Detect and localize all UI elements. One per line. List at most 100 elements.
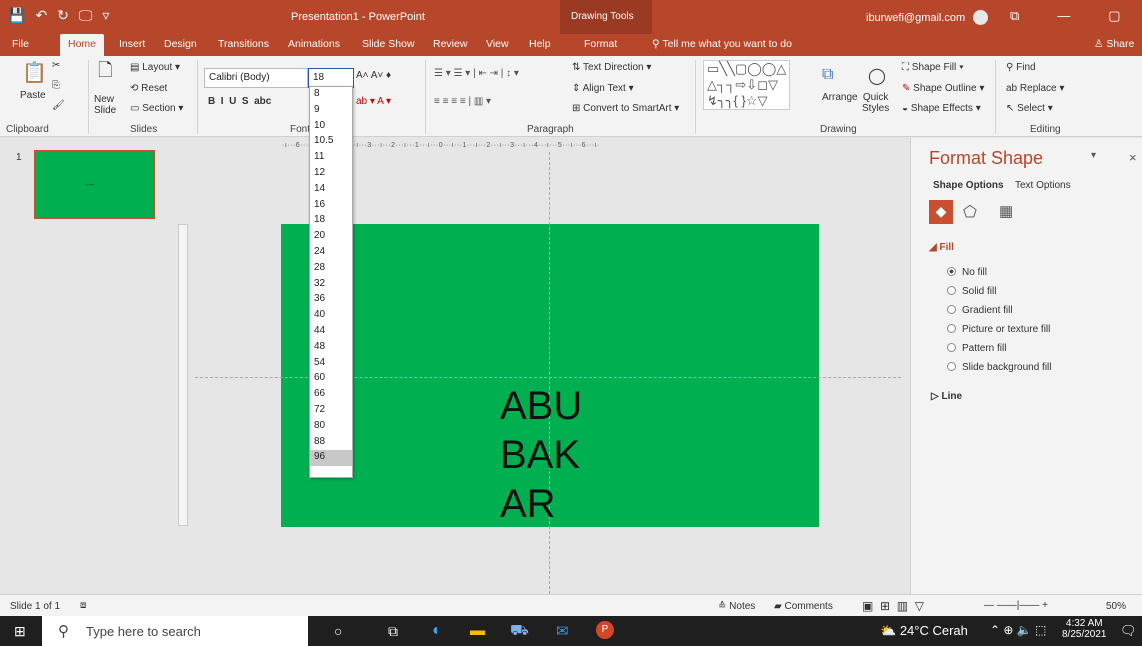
- shape-fill-button[interactable]: ⛶ Shape Fill ▾: [902, 62, 964, 73]
- file-explorer-icon[interactable]: ▬: [470, 622, 485, 639]
- convert-smartart-button[interactable]: ⊞ Convert to SmartArt ▾: [572, 103, 679, 114]
- arrange-icon[interactable]: ⧉: [822, 66, 833, 84]
- font-size-option[interactable]: 20: [310, 229, 352, 245]
- font-size-option[interactable]: 12: [310, 166, 352, 182]
- notifications-icon[interactable]: 🗨: [1120, 623, 1137, 639]
- font-size-option[interactable]: 36: [310, 292, 352, 308]
- layout-button[interactable]: ▤ Layout ▾: [130, 62, 180, 73]
- fill-option[interactable]: Solid fill: [947, 286, 996, 297]
- maximize-icon[interactable]: ▢: [1108, 8, 1120, 24]
- fill-option[interactable]: Slide background fill: [947, 362, 1052, 373]
- list-buttons[interactable]: ☰ ▾ ☰ ▾ | ⇤ ⇥ | ↕ ▾: [434, 68, 519, 79]
- view-buttons[interactable]: ▣ ⊞ ▥ ▽: [862, 599, 924, 613]
- font-size-option[interactable]: 8: [310, 87, 352, 103]
- font-size-option[interactable]: 11: [310, 150, 352, 166]
- format-painter-icon[interactable]: 🖌: [52, 100, 65, 111]
- store-icon[interactable]: ⛟: [510, 622, 529, 641]
- close-icon[interactable]: ×: [1129, 150, 1137, 165]
- font-color-icon[interactable]: ab ▾ A ▾: [356, 96, 391, 107]
- font-size-option[interactable]: 44: [310, 324, 352, 340]
- tab-design[interactable]: Design: [164, 38, 197, 50]
- font-size-box[interactable]: 18: [308, 68, 354, 88]
- align-buttons[interactable]: ≡ ≡ ≡ ≡ | ▥ ▾: [434, 96, 491, 107]
- ribbon-display-icon[interactable]: ⧉: [1010, 8, 1019, 24]
- shapes-gallery[interactable]: ▭╲╲▢◯◯△ △┐┐⇨⇩◻▽ ↯╮╮{ }☆▽: [703, 60, 791, 110]
- taskbar-search[interactable]: ⚲ Type here to search: [42, 616, 308, 646]
- quick-styles-icon[interactable]: ◯: [868, 66, 886, 86]
- align-text-button[interactable]: ⇕ Align Text ▾: [572, 83, 634, 94]
- task-view-icon[interactable]: ⧉: [388, 623, 398, 640]
- pane-options-icon[interactable]: ▾: [1091, 150, 1096, 161]
- arrange-button[interactable]: Arrange: [822, 92, 858, 103]
- tab-help[interactable]: Help: [529, 38, 551, 50]
- tab-insert[interactable]: Insert: [119, 38, 145, 50]
- tab-home[interactable]: Home: [60, 34, 105, 56]
- select-button[interactable]: ↖ Select ▾: [1006, 103, 1053, 114]
- redo-icon[interactable]: ↻: [57, 7, 69, 24]
- effects-icon[interactable]: ⬠: [963, 202, 977, 222]
- font-size-option[interactable]: 88: [310, 435, 352, 451]
- size-properties-icon[interactable]: ▦: [999, 202, 1013, 220]
- fill-line-icon[interactable]: ◆: [929, 200, 953, 224]
- line-heading[interactable]: ▷ Line: [931, 391, 962, 402]
- grow-font-icon[interactable]: A˄ A˅ ♦: [356, 70, 391, 81]
- font-size-option[interactable]: 66: [310, 387, 352, 403]
- tab-view[interactable]: View: [486, 38, 509, 50]
- undo-icon[interactable]: ↶: [35, 7, 47, 24]
- zoom-level[interactable]: 50%: [1106, 601, 1126, 612]
- font-size-option[interactable]: 32: [310, 277, 352, 293]
- font-size-option[interactable]: 10: [310, 119, 352, 135]
- slide-thumbnail[interactable]: ---: [34, 150, 155, 219]
- font-size-option[interactable]: 80: [310, 419, 352, 435]
- font-size-option[interactable]: 16: [310, 198, 352, 214]
- font-size-option[interactable]: 54: [310, 356, 352, 372]
- mail-icon[interactable]: ✉: [556, 622, 569, 640]
- clock[interactable]: 4:32 AM 8/25/2021: [1062, 618, 1107, 640]
- paste-label[interactable]: Paste: [20, 90, 46, 101]
- slide-text-box[interactable]: ABU BAK AR: [500, 382, 582, 529]
- accessibility-icon[interactable]: ⧈: [80, 600, 86, 611]
- shape-outline-button[interactable]: ✎ Shape Outline ▾: [902, 83, 984, 94]
- start-from-beginning-icon[interactable]: 🖵: [79, 7, 93, 24]
- avatar[interactable]: [973, 10, 989, 25]
- fill-option[interactable]: Gradient fill: [947, 305, 1013, 316]
- customize-qat-icon[interactable]: ▿: [102, 7, 109, 24]
- minimize-icon[interactable]: —: [1057, 8, 1070, 24]
- edge-icon[interactable]: ◐: [432, 622, 442, 640]
- tab-review[interactable]: Review: [433, 38, 467, 50]
- reset-button[interactable]: ⟲ Reset: [130, 83, 167, 94]
- fill-option[interactable]: Pattern fill: [947, 343, 1006, 354]
- replace-button[interactable]: ab Replace ▾: [1006, 83, 1064, 94]
- fill-option[interactable]: Picture or texture fill: [947, 324, 1050, 335]
- font-size-option[interactable]: 18: [310, 213, 352, 229]
- tab-file[interactable]: File: [12, 38, 29, 50]
- fill-option[interactable]: No fill: [947, 267, 987, 278]
- font-size-option[interactable]: 9: [310, 103, 352, 119]
- windows-start-icon[interactable]: ⊞: [14, 623, 26, 640]
- zoom-slider[interactable]: — ——|—— +: [984, 600, 1048, 611]
- find-button[interactable]: ⚲ Find: [1006, 62, 1036, 73]
- shape-options-tab[interactable]: Shape Options: [933, 180, 1004, 191]
- font-size-option[interactable]: 10.5: [310, 134, 352, 150]
- text-direction-button[interactable]: ⇅ Text Direction ▾: [572, 62, 651, 73]
- font-size-option[interactable]: 14: [310, 182, 352, 198]
- weather-widget[interactable]: ⛅ 24°C Cerah: [880, 623, 968, 639]
- cortana-icon[interactable]: ○: [334, 623, 342, 639]
- text-options-tab[interactable]: Text Options: [1015, 180, 1071, 191]
- shape-effects-button[interactable]: ◒ Shape Effects ▾: [902, 103, 981, 114]
- comments-button[interactable]: ▰ Comments: [774, 601, 833, 612]
- share-button[interactable]: ♙ Share: [1094, 38, 1134, 50]
- tray-icons[interactable]: ⌃ ⊕ 🔈 ⬚: [990, 623, 1046, 637]
- tab-transitions[interactable]: Transitions: [218, 38, 269, 50]
- new-slide-button[interactable]: New Slide: [94, 94, 116, 116]
- font-format-buttons[interactable]: B I U S abc: [208, 96, 271, 107]
- fill-heading[interactable]: ◢ Fill: [929, 242, 954, 253]
- font-name-box[interactable]: Calibri (Body): [204, 68, 308, 88]
- cut-icon[interactable]: ✂: [52, 60, 60, 71]
- paste-icon[interactable]: 📋: [22, 60, 47, 85]
- tell-me-box[interactable]: ⚲ Tell me what you want to do: [652, 38, 792, 50]
- powerpoint-icon[interactable]: P: [596, 621, 614, 639]
- tab-format[interactable]: Format: [584, 38, 617, 50]
- account[interactable]: iburwefi@gmail.com: [866, 10, 989, 25]
- section-button[interactable]: ▭ Section ▾: [130, 103, 183, 114]
